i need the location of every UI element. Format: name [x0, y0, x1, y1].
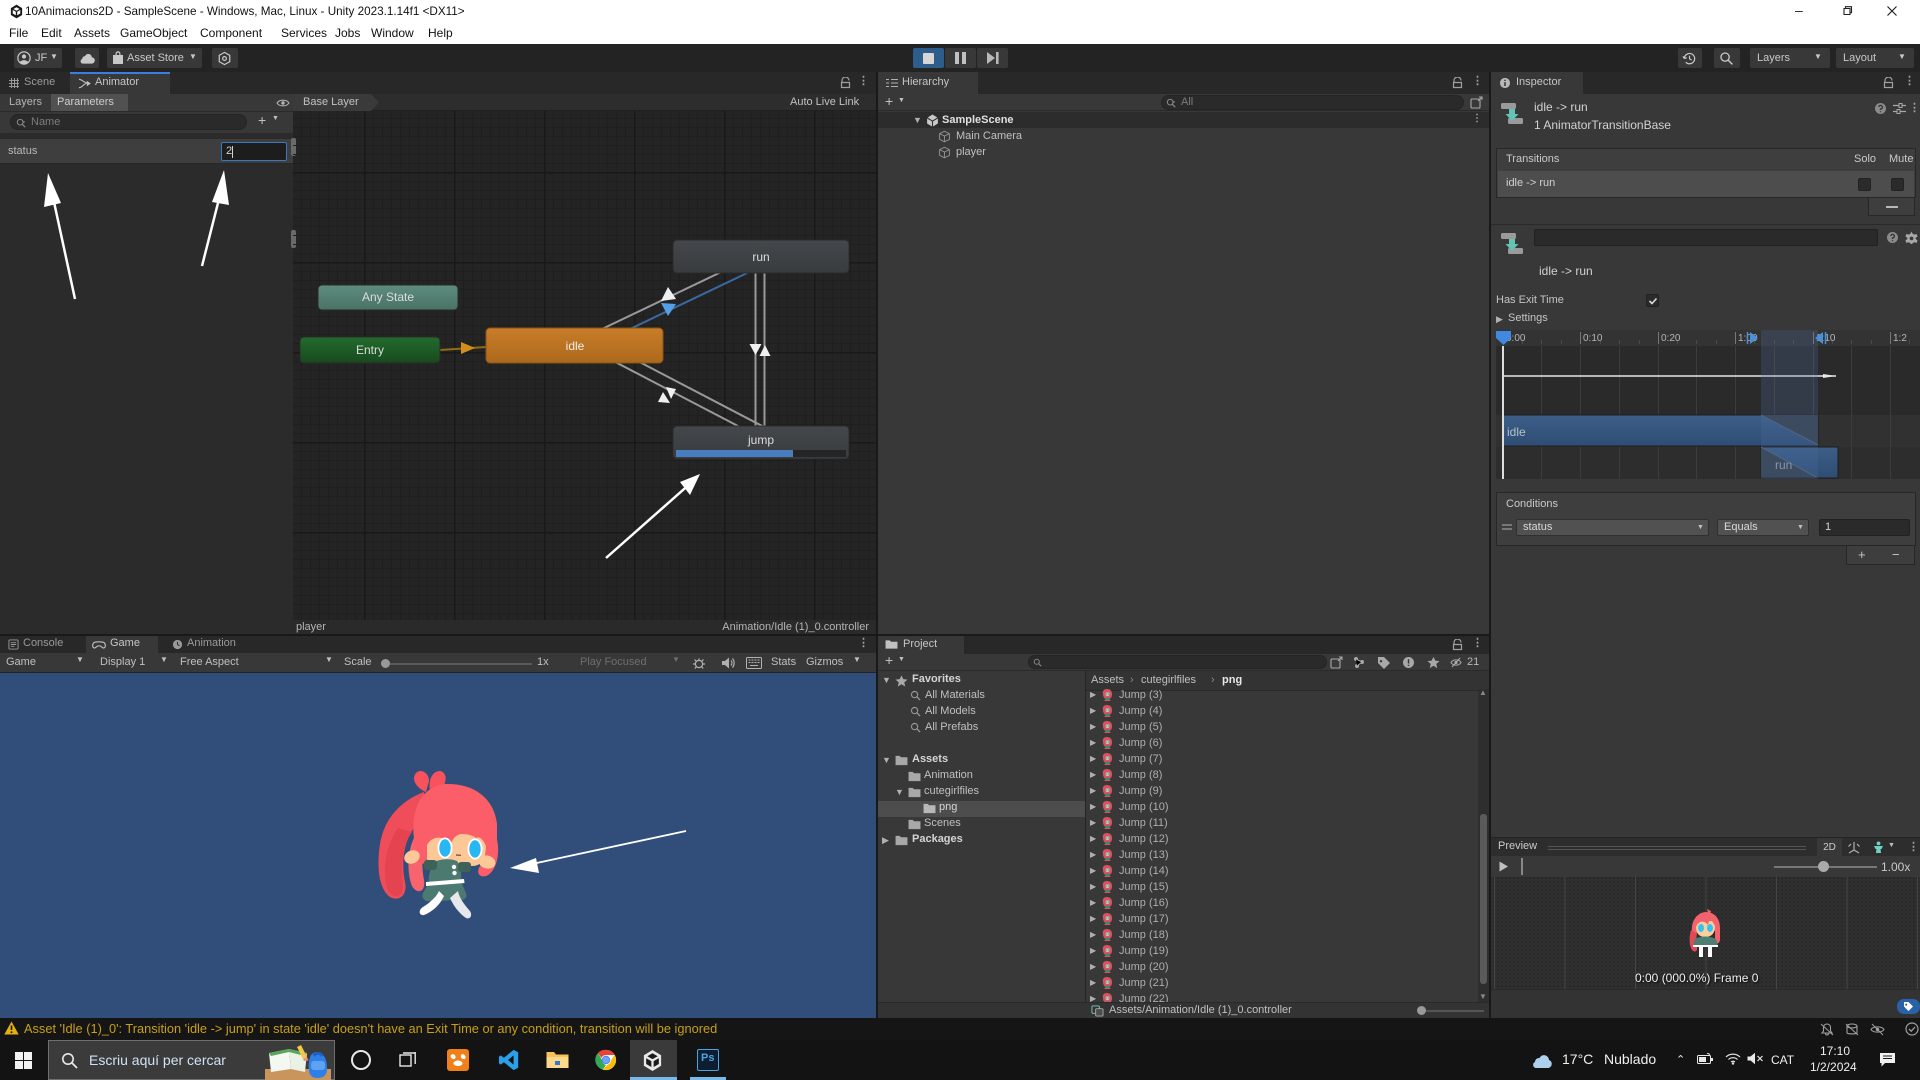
svg-text:idle: idle — [566, 339, 585, 353]
svg-text:Any State: Any State — [362, 290, 414, 304]
svg-text:0:10: 0:10 — [1583, 333, 1603, 344]
svg-text:jump: jump — [747, 433, 774, 447]
svg-text:Entry: Entry — [356, 343, 384, 357]
svg-text:1:2: 1:2 — [1893, 333, 1907, 344]
svg-text:run: run — [752, 250, 769, 264]
svg-text:0:20: 0:20 — [1661, 333, 1681, 344]
svg-text:idle: idle — [1507, 425, 1526, 439]
